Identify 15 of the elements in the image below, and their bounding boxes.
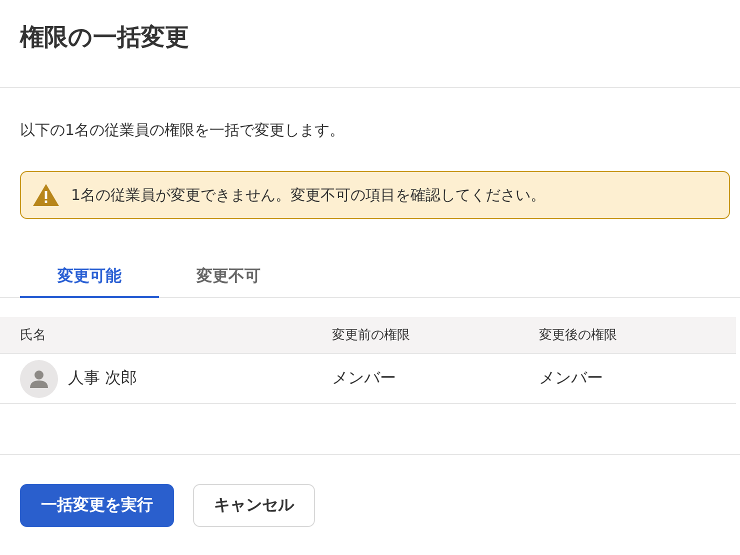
tab[interactable]: 変更可能	[20, 262, 159, 298]
warning-message: 1名の従業員が変更できません。変更不可の項目を確認してください。	[71, 186, 546, 204]
column-header: 変更後の権限	[539, 327, 618, 344]
column-header: 変更前の権限	[332, 327, 411, 344]
avatar-icon	[20, 360, 58, 398]
warning-icon	[33, 184, 59, 206]
description-text: 以下の1名の従業員の権限を一括で変更します。	[20, 120, 346, 140]
cancel-button[interactable]: キャンセル	[193, 484, 315, 527]
table-cell-text: メンバー	[539, 368, 604, 389]
execute-button[interactable]: 一括変更を実行	[20, 484, 174, 527]
table-cell-text: メンバー	[332, 368, 397, 389]
tab[interactable]: 変更不可	[159, 262, 298, 298]
dialog-title: 権限の一括変更	[20, 22, 189, 52]
column-header: 氏名	[20, 327, 47, 344]
employee-name: 人事 次郎	[68, 368, 138, 389]
